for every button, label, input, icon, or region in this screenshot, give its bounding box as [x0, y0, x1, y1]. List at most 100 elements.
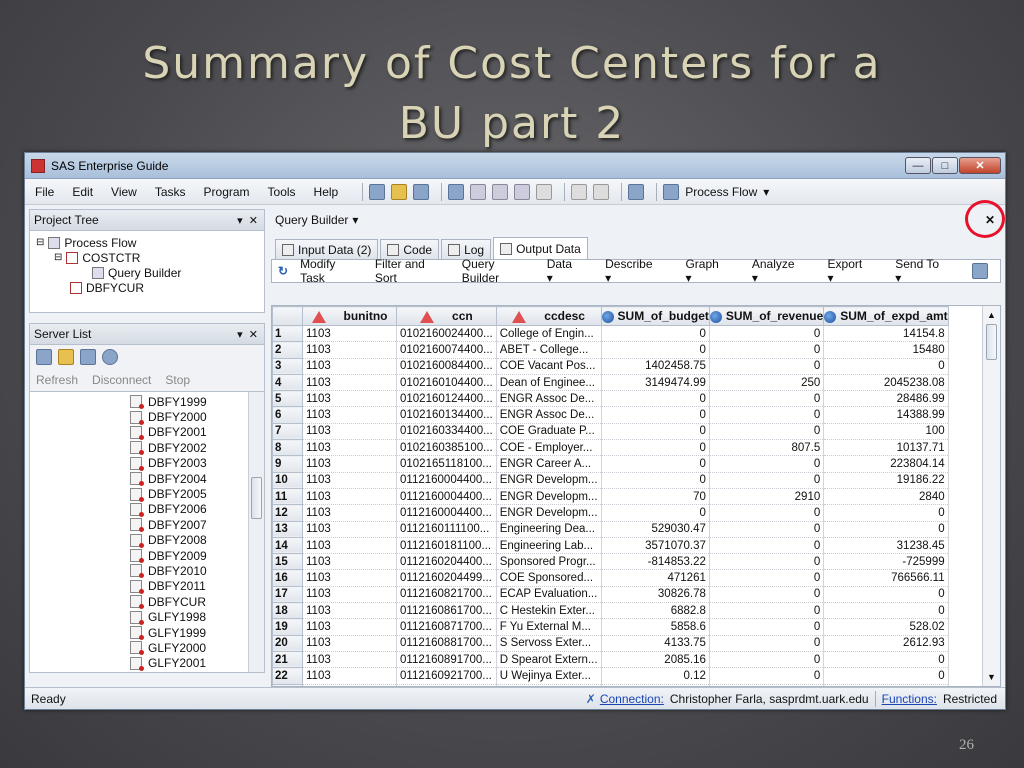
- table-cell[interactable]: 0112160004400...: [396, 488, 497, 506]
- server-list-item[interactable]: GLFY1999: [30, 625, 264, 641]
- table-row[interactable]: 14 1103 0112160181100... Engineering Lab...…: [272, 536, 949, 555]
- send-to-menu[interactable]: Send To ▾: [895, 257, 960, 285]
- table-cell[interactable]: D Spearot Extern...: [496, 651, 602, 669]
- table-cell[interactable]: 0: [709, 618, 825, 636]
- table-cell[interactable]: 0112160921700...: [396, 667, 497, 685]
- query-builder-button[interactable]: Query Builder: [462, 257, 535, 285]
- server-list-item[interactable]: DBFY2009: [30, 548, 264, 564]
- table-cell[interactable]: 0: [709, 537, 825, 555]
- table-cell[interactable]: 1103: [302, 618, 397, 636]
- row-number[interactable]: 21: [272, 650, 303, 669]
- table-cell[interactable]: 1103: [302, 586, 397, 604]
- table-cell[interactable]: 1103: [302, 553, 397, 571]
- menu-edit[interactable]: Edit: [72, 185, 93, 199]
- table-cell[interactable]: 0: [601, 423, 710, 441]
- tab-input-data[interactable]: Input Data (2): [275, 239, 379, 259]
- table-cell[interactable]: 15480: [823, 341, 949, 359]
- table-cell[interactable]: 0: [823, 651, 949, 669]
- table-cell[interactable]: ENGR Assoc De...: [496, 390, 602, 408]
- new-icon[interactable]: [369, 183, 386, 200]
- table-cell[interactable]: ABET - College...: [496, 341, 602, 359]
- table-cell[interactable]: 0: [601, 439, 710, 457]
- table-cell[interactable]: C Hestekin Exter...: [496, 602, 602, 620]
- server-list-item[interactable]: DBFY2000: [30, 409, 264, 425]
- row-number[interactable]: 1: [272, 324, 303, 343]
- table-cell[interactable]: 528.02: [823, 618, 949, 636]
- connection-link[interactable]: Connection:: [600, 692, 664, 706]
- table-cell[interactable]: 0112160861700...: [396, 602, 497, 620]
- collapse-icon[interactable]: ⊟: [54, 252, 62, 263]
- server-list-item[interactable]: DBFY2007: [30, 517, 264, 533]
- table-row[interactable]: 4 1103 0102160104400... Dean of Enginee... 3…: [272, 373, 949, 392]
- scroll-up-icon[interactable]: ▲: [983, 310, 1000, 320]
- tree-item-costctr[interactable]: ⊟ COSTCTR: [36, 250, 258, 265]
- row-number[interactable]: 7: [272, 422, 303, 441]
- modify-task-button[interactable]: Modify Task: [300, 257, 363, 285]
- describe-menu[interactable]: Describe ▾: [605, 257, 673, 285]
- table-cell[interactable]: 6882.8: [601, 602, 710, 620]
- server-list-item[interactable]: DBFY2008: [30, 533, 264, 548]
- paste-icon[interactable]: [514, 183, 531, 200]
- table-cell[interactable]: 70: [601, 488, 710, 506]
- table-cell[interactable]: 1103: [302, 667, 397, 685]
- menu-tasks[interactable]: Tasks: [155, 185, 186, 199]
- table-cell[interactable]: 1103: [302, 439, 397, 457]
- server-list-item[interactable]: DBFY2011: [30, 579, 264, 594]
- table-cell[interactable]: 14388.99: [823, 406, 949, 424]
- table-row[interactable]: 13 1103 0112160111100... Engineering Dea...…: [272, 520, 949, 538]
- table-cell[interactable]: 100: [823, 423, 949, 441]
- table-cell[interactable]: 0102160334400...: [396, 423, 497, 441]
- row-number[interactable]: 4: [272, 373, 303, 392]
- column-header[interactable]: SUM_of_expd_amt: [823, 306, 949, 326]
- table-row[interactable]: 2 1103 0102160074400... ABET - College... 0 0…: [272, 341, 949, 359]
- table-cell[interactable]: 766566.11: [823, 569, 949, 587]
- tree-item-query-builder[interactable]: Query Builder: [36, 265, 258, 280]
- table-cell[interactable]: 0: [709, 569, 825, 587]
- table-cell[interactable]: 1103: [302, 537, 397, 555]
- server-icon[interactable]: [36, 349, 52, 365]
- table-cell[interactable]: 0112160881700...: [396, 635, 497, 652]
- server-list-item[interactable]: DBFY2010: [30, 563, 264, 579]
- row-number[interactable]: 12: [272, 504, 303, 522]
- table-row[interactable]: 9 1103 0102165118100... ENGR Career A... 0 0 2…: [272, 455, 949, 473]
- process-flow-icon[interactable]: [663, 183, 680, 200]
- chevron-down-icon[interactable]: ▾: [763, 185, 769, 199]
- tab-log[interactable]: Log: [441, 239, 492, 259]
- table-cell[interactable]: 2612.93: [823, 635, 949, 652]
- menu-file[interactable]: File: [35, 185, 54, 199]
- table-row[interactable]: 22 1103 0112160921700... U Wejinya Exter...…: [272, 667, 949, 685]
- table-cell[interactable]: 0: [601, 390, 710, 408]
- row-number[interactable]: 5: [272, 390, 303, 408]
- table-cell[interactable]: 0: [823, 586, 949, 604]
- table-row[interactable]: 5 1103 0102160124400... ENGR Assoc De... 0 0 2…: [272, 390, 949, 408]
- open-folder-icon[interactable]: [391, 183, 408, 200]
- table-cell[interactable]: 0: [709, 423, 825, 441]
- export-menu[interactable]: Export ▾: [828, 257, 884, 285]
- refresh-icon[interactable]: ↻: [278, 264, 288, 278]
- table-cell[interactable]: 1103: [302, 521, 397, 538]
- server-list-scrollbar[interactable]: [248, 392, 264, 672]
- table-cell[interactable]: 0: [709, 586, 825, 604]
- table-row[interactable]: 1 1103 0102160024400... College of Engin...…: [272, 324, 949, 343]
- table-cell[interactable]: Dean of Enginee...: [496, 374, 602, 392]
- table-cell[interactable]: 0: [823, 504, 949, 522]
- disconnect-button[interactable]: Disconnect: [92, 373, 151, 387]
- table-cell[interactable]: 14154.8: [823, 325, 949, 343]
- table-cell[interactable]: Engineering Dea...: [496, 521, 602, 538]
- window-layout-icon[interactable]: [628, 183, 645, 200]
- table-cell[interactable]: 0102160124400...: [396, 390, 497, 408]
- row-number[interactable]: 10: [272, 471, 303, 489]
- table-cell[interactable]: 1402458.75: [601, 358, 710, 375]
- table-row[interactable]: 16 1103 0112160204499... COE Sponsored... 47…: [272, 569, 949, 587]
- table-cell[interactable]: 0: [823, 667, 949, 685]
- table-cell[interactable]: 0112160004400...: [396, 472, 497, 489]
- data-menu[interactable]: Data ▾: [547, 257, 593, 285]
- functions-link[interactable]: Functions:: [882, 692, 937, 706]
- server-list-item[interactable]: DBFYCUR: [30, 594, 264, 610]
- tab-code[interactable]: Code: [380, 239, 440, 259]
- table-cell[interactable]: S Servoss Exter...: [496, 635, 602, 652]
- table-cell[interactable]: 0102160385100...: [396, 439, 497, 457]
- scroll-down-icon[interactable]: ▼: [983, 672, 1000, 682]
- table-cell[interactable]: Sponsored Progr...: [496, 553, 602, 571]
- server-list-item[interactable]: DBFY2001: [30, 425, 264, 440]
